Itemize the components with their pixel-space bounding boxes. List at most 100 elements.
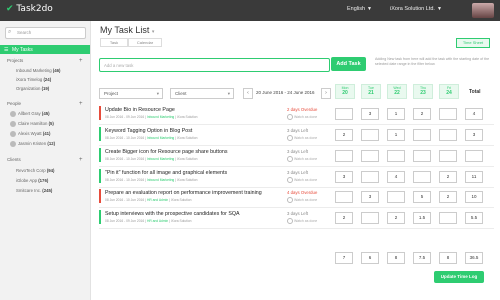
hours-input[interactable] xyxy=(413,150,431,162)
add-person-icon[interactable]: + xyxy=(79,101,83,107)
sidebar-item-person[interactable]: Jasmin Kristen (12) xyxy=(10,141,55,147)
mark-done-toggle[interactable]: Watch as done xyxy=(287,177,317,183)
status-bar xyxy=(99,106,101,120)
task-name[interactable]: "Pin it" function for all image and grap… xyxy=(105,170,227,176)
sidebar-item-project[interactable]: Inbound Marketing (46) xyxy=(16,68,60,73)
hours-input[interactable] xyxy=(335,150,353,162)
hours-input[interactable]: 2 xyxy=(335,212,353,224)
mark-done-toggle[interactable]: Watch as done xyxy=(287,197,317,203)
add-client-icon[interactable]: + xyxy=(79,157,83,163)
client-filter-select[interactable]: Client ▾ xyxy=(170,88,234,99)
clients-section-title[interactable]: Clients + xyxy=(7,157,83,163)
task-name[interactable]: Prepare an evaluation report on performa… xyxy=(105,190,262,196)
hours-input[interactable] xyxy=(439,212,457,224)
hours-input[interactable]: 2 xyxy=(439,191,457,203)
hours-input[interactable] xyxy=(439,150,457,162)
hours-input[interactable] xyxy=(413,129,431,141)
prev-week-button[interactable]: ‹ xyxy=(243,88,253,99)
task-project[interactable]: Inbound Marketing xyxy=(147,115,174,119)
hours-input[interactable] xyxy=(335,191,353,203)
next-week-button[interactable]: › xyxy=(321,88,331,99)
update-time-log-button[interactable]: Update Time Log xyxy=(434,271,484,283)
add-project-icon[interactable]: + xyxy=(79,58,83,64)
task-project[interactable]: Inbound Marketing xyxy=(147,136,174,140)
task-name[interactable]: Update Bio in Resource Page xyxy=(105,107,175,113)
avatar xyxy=(10,141,16,147)
task-status: 4 days Overdue xyxy=(287,190,318,195)
new-task-input[interactable]: Add a new task xyxy=(99,58,330,72)
hours-input[interactable] xyxy=(361,129,379,141)
task-project[interactable]: Inbound Marketing xyxy=(147,178,174,182)
sidebar-item-my-tasks[interactable]: ☰ My Tasks xyxy=(0,45,90,54)
task-row[interactable]: Update Bio in Resource Page 08 Jun 2016 -… xyxy=(99,104,494,125)
task-row[interactable]: Setup interviews with the prospective ca… xyxy=(99,208,494,229)
task-project[interactable]: Inbound Marketing xyxy=(147,157,174,161)
hours-input[interactable] xyxy=(361,212,379,224)
sidebar-item-client[interactable]: RevoTech Corp (94) xyxy=(16,168,54,173)
project-filter-select[interactable]: Project ▾ xyxy=(99,88,163,99)
sidebar-item-client[interactable]: Smitcare Inc. (245) xyxy=(16,188,52,193)
hours-input[interactable]: 5 xyxy=(413,191,431,203)
hours-input[interactable] xyxy=(439,129,457,141)
sidebar-item-person[interactable]: Alexis Wyatt (41) xyxy=(10,131,50,137)
hours-input[interactable] xyxy=(361,171,379,183)
sidebar: ⌕ Search ☰ My Tasks Projects + Inbound Ma… xyxy=(0,21,91,300)
row-total xyxy=(465,150,483,162)
radio-icon xyxy=(287,135,293,141)
hours-input[interactable] xyxy=(361,150,379,162)
sidebar-item-project[interactable]: Organization (19) xyxy=(16,86,49,91)
task-project[interactable]: HR and Admin xyxy=(147,219,168,223)
projects-section-title[interactable]: Projects + xyxy=(7,58,83,64)
hours-input[interactable] xyxy=(413,171,431,183)
hours-input[interactable]: 3 xyxy=(335,171,353,183)
people-section-title[interactable]: People + xyxy=(7,101,83,107)
task-row[interactable]: Create Bigger icon for Resource page sha… xyxy=(99,146,494,167)
task-project[interactable]: HR and Admin xyxy=(147,198,168,202)
task-meta: 08 Jun 2016 - 10 Jun 2016 | Inbound Mark… xyxy=(105,178,198,182)
sidebar-item-project[interactable]: iXora Timelog (24) xyxy=(16,77,51,82)
hours-input[interactable]: 4 xyxy=(387,171,405,183)
hours-input[interactable]: 2 xyxy=(335,129,353,141)
company-selector[interactable]: iXora Solution Ltd. ▼ xyxy=(390,6,442,12)
mark-done-toggle[interactable]: Watch as done xyxy=(287,114,317,120)
chevron-down-icon[interactable]: ▾ xyxy=(152,29,155,35)
hours-input[interactable] xyxy=(439,108,457,120)
hours-input[interactable]: 2 xyxy=(387,212,405,224)
sidebar-item-person[interactable]: Allbert Gray (45) xyxy=(10,111,50,117)
search-input[interactable]: ⌕ Search xyxy=(5,27,86,39)
user-avatar[interactable] xyxy=(472,3,494,18)
language-selector[interactable]: English ▼ xyxy=(347,6,372,12)
time-sheet-button[interactable]: Time Sheet xyxy=(456,38,490,48)
hours-input[interactable] xyxy=(387,191,405,203)
logo[interactable]: ✔ Task2do xyxy=(6,4,53,14)
column-total: 8 xyxy=(387,252,405,264)
mark-done-toggle[interactable]: Watch as done xyxy=(287,218,317,224)
caret-down-icon: ▼ xyxy=(436,6,442,12)
add-task-button[interactable]: Add Task xyxy=(331,57,366,71)
add-task-note: Adding New task from here will add the t… xyxy=(375,57,490,66)
task-row[interactable]: Prepare an evaluation report on performa… xyxy=(99,187,494,208)
sidebar-item-client[interactable]: iGlobe App (176) xyxy=(16,178,48,183)
task-row[interactable]: Keyword Tagging Option in Blog Post 08 Ju… xyxy=(99,125,494,146)
hours-input[interactable]: 3 xyxy=(361,191,379,203)
hours-input[interactable] xyxy=(387,150,405,162)
radio-icon xyxy=(287,156,293,162)
task-name[interactable]: Keyword Tagging Option in Blog Post xyxy=(105,128,192,134)
task-name[interactable]: Create Bigger icon for Resource page sha… xyxy=(105,149,228,155)
mark-done-toggle[interactable]: Watch as done xyxy=(287,135,317,141)
hours-input[interactable] xyxy=(335,108,353,120)
hours-input[interactable]: 1 xyxy=(387,108,405,120)
task-name[interactable]: Setup interviews with the prospective ca… xyxy=(105,211,240,217)
tab-calendar[interactable]: Calendar xyxy=(128,38,162,47)
tab-task[interactable]: Task xyxy=(100,38,128,47)
day-header: Fri 24 xyxy=(439,84,459,99)
hours-input[interactable]: 1 xyxy=(387,129,405,141)
hours-input[interactable]: 3 xyxy=(361,108,379,120)
task-row[interactable]: "Pin it" function for all image and grap… xyxy=(99,167,494,188)
hours-input[interactable]: 2 xyxy=(439,171,457,183)
sidebar-item-person[interactable]: Claire Hamilton (5) xyxy=(10,121,54,127)
mark-done-toggle[interactable]: Watch as done xyxy=(287,156,317,162)
page-title: My Task List ▾ xyxy=(100,25,155,35)
hours-input[interactable]: 1.5 xyxy=(413,212,431,224)
hours-input[interactable]: 2 xyxy=(413,108,431,120)
